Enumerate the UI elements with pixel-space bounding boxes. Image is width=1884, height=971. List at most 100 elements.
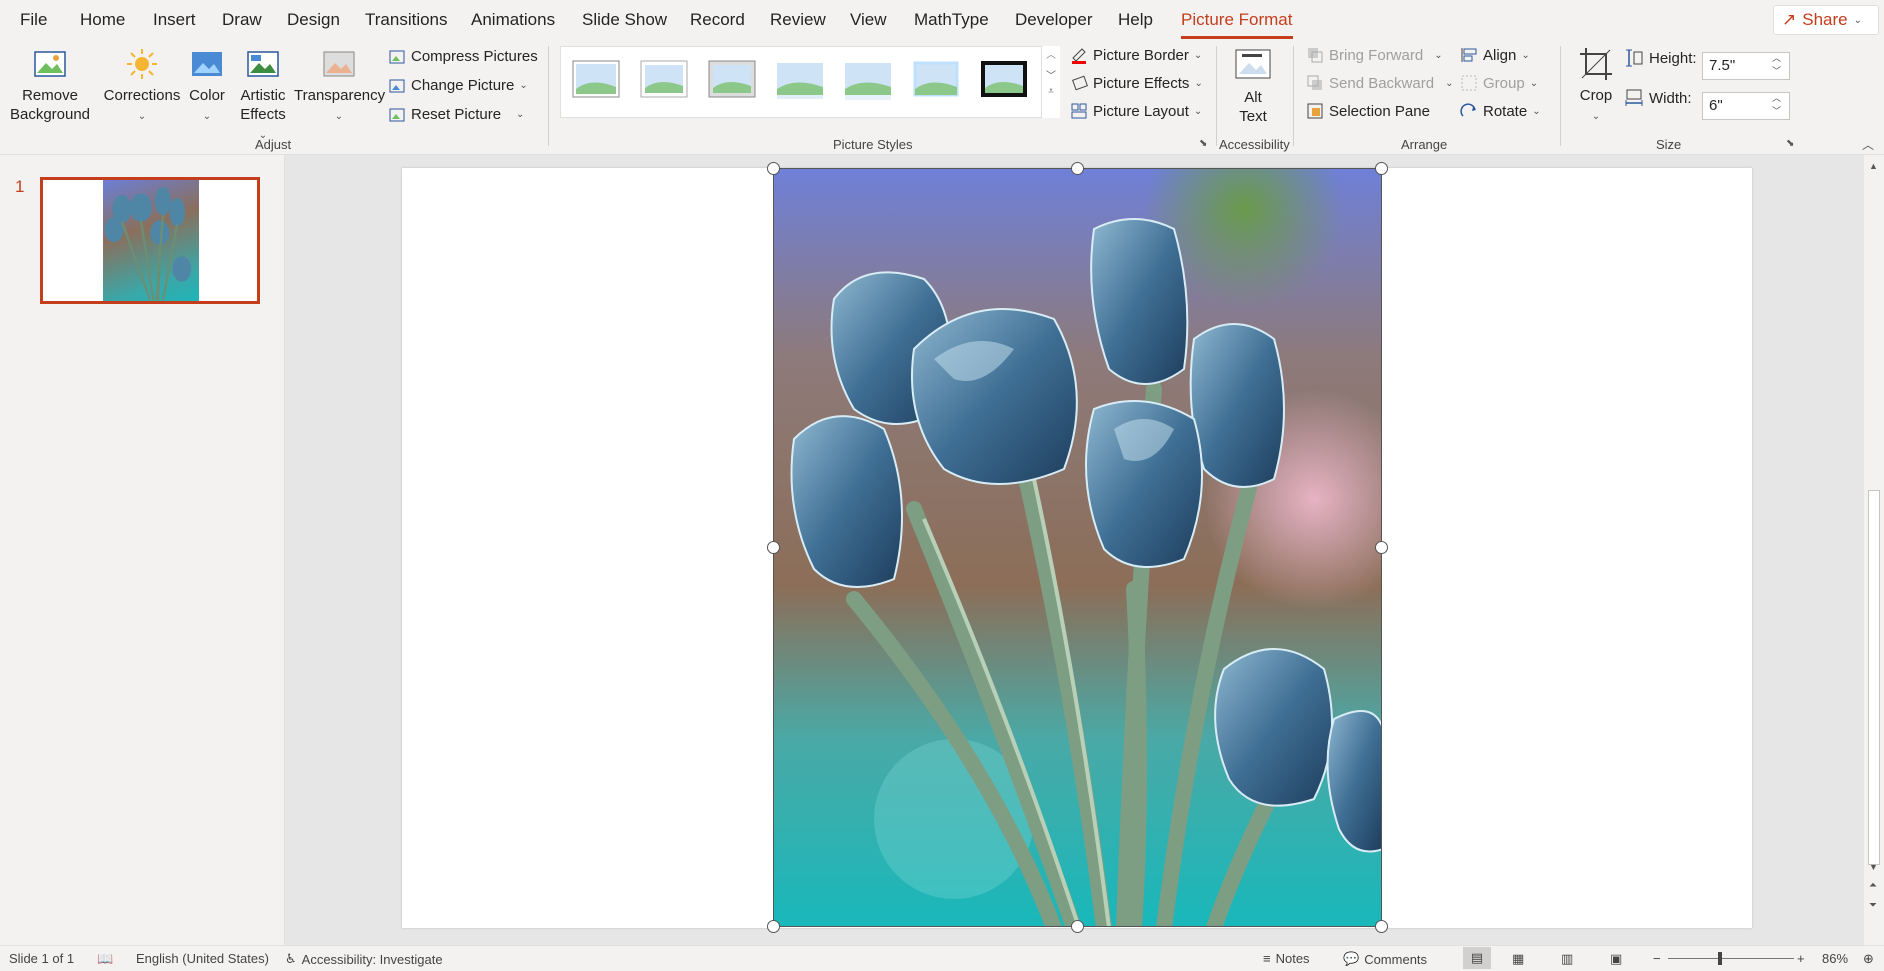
picture-styles-gallery[interactable]: [560, 46, 1060, 118]
normal-view-button[interactable]: ▤: [1463, 947, 1491, 969]
status-bar: Slide 1 of 1 📖 English (United States) ♿…: [0, 945, 1884, 971]
rotate-label: Rotate: [1483, 102, 1528, 120]
chevron-down-icon: ⌄: [1529, 77, 1539, 89]
alt-text-button[interactable]: Alt Text: [1230, 46, 1276, 126]
accessibility-status[interactable]: ♿ Accessibility: Investigate: [285, 951, 443, 967]
fit-to-window-icon[interactable]: ⊕: [1863, 951, 1874, 967]
tab-help[interactable]: Help: [1118, 10, 1153, 30]
width-spinner[interactable]: ︿ ﹀: [1772, 92, 1781, 118]
slide-number: 1: [15, 177, 25, 196]
slide-show-icon[interactable]: ▣: [1610, 951, 1622, 967]
chevron-down-icon: ⌄: [1853, 14, 1863, 26]
group-button[interactable]: Group ⌄: [1460, 74, 1538, 92]
ribbon: Remove Background Corrections ⌄ Color ⌄ Ar…: [0, 40, 1884, 155]
gallery-scroll[interactable]: ︿ ﹀ ⩡: [1041, 46, 1060, 118]
dialog-launcher-icon[interactable]: ⬊: [1786, 138, 1794, 149]
slide-thumbnail[interactable]: [40, 177, 260, 304]
tab-insert[interactable]: Insert: [153, 10, 196, 30]
resize-handle-top-left[interactable]: [767, 162, 780, 175]
tab-review[interactable]: Review: [770, 10, 826, 30]
picture-style-2[interactable]: [639, 57, 691, 101]
width-label: Width:: [1624, 88, 1692, 108]
picture-border-button[interactable]: Picture Border ⌄: [1070, 46, 1202, 64]
tab-mathtype[interactable]: MathType: [914, 10, 989, 30]
tulip-thumbnail-graphic: [104, 186, 192, 301]
tab-draw[interactable]: Draw: [222, 10, 262, 30]
spell-check-icon[interactable]: 📖: [97, 951, 113, 967]
compress-pictures-button[interactable]: Compress Pictures: [388, 48, 538, 65]
collapse-ribbon-icon[interactable]: ︿: [1862, 136, 1874, 153]
group-label: Group: [1483, 74, 1525, 92]
picture-border-icon: [1072, 48, 1086, 64]
tab-record[interactable]: Record: [690, 10, 745, 30]
resize-handle-top-right[interactable]: [1375, 162, 1388, 175]
tab-file[interactable]: File: [20, 10, 47, 30]
scroll-up-icon[interactable]: ▲: [1869, 161, 1878, 171]
height-spinner[interactable]: ︿ ﹀: [1772, 52, 1781, 78]
share-button[interactable]: ↗ Share ⌄: [1773, 5, 1879, 35]
zoom-slider-thumb[interactable]: [1718, 952, 1722, 965]
transparency-button[interactable]: Transparency ⌄: [294, 46, 385, 126]
picture-style-6[interactable]: [911, 57, 963, 101]
reset-picture-button[interactable]: Reset Picture ⌄: [388, 106, 524, 123]
artistic-effects-icon: [247, 51, 279, 77]
reading-view-icon[interactable]: ▥: [1561, 951, 1573, 967]
picture-style-3[interactable]: [707, 57, 759, 101]
resize-handle-top[interactable]: [1071, 162, 1084, 175]
picture-layout-button[interactable]: Picture Layout ⌄: [1070, 102, 1202, 120]
chevron-down-icon: ⌄: [202, 111, 212, 122]
picture-layout-icon: [1071, 103, 1087, 119]
picture-style-1[interactable]: [571, 57, 623, 101]
tab-transitions[interactable]: Transitions: [365, 10, 448, 30]
language-status[interactable]: English (United States): [136, 951, 269, 966]
resize-handle-bottom[interactable]: [1071, 920, 1084, 933]
resize-handle-right[interactable]: [1375, 541, 1388, 554]
tab-animations[interactable]: Animations: [471, 10, 555, 30]
tab-picture-format[interactable]: Picture Format: [1181, 10, 1292, 30]
comments-button[interactable]: 💬 Comments: [1343, 951, 1427, 967]
zoom-level[interactable]: 86%: [1822, 951, 1848, 966]
comments-icon: 💬: [1343, 951, 1360, 966]
corrections-button[interactable]: Corrections ⌄: [102, 46, 182, 126]
resize-handle-bottom-left[interactable]: [767, 920, 780, 933]
picture-effects-icon: [1072, 75, 1088, 91]
scroll-down-icon[interactable]: ﹀: [1042, 67, 1060, 82]
align-button[interactable]: Align ⌄: [1460, 46, 1530, 64]
rotate-button[interactable]: Rotate ⌄: [1460, 102, 1541, 120]
picture-style-7[interactable]: [979, 57, 1031, 101]
send-backward-button[interactable]: Send Backward ⌄: [1306, 74, 1453, 92]
previous-slide-icon[interactable]: ⏶: [1869, 880, 1877, 891]
zoom-slider[interactable]: [1668, 958, 1794, 959]
zoom-in-icon[interactable]: +: [1797, 951, 1805, 966]
artistic-effects-button[interactable]: Artistic Effects ⌄: [234, 46, 292, 145]
zoom-out-icon[interactable]: −: [1653, 951, 1661, 966]
resize-handle-bottom-right[interactable]: [1375, 920, 1388, 933]
tab-view[interactable]: View: [850, 10, 887, 30]
vertical-scrollbar[interactable]: ▲ ▼ ⏶ ⏷: [1864, 155, 1884, 945]
next-slide-icon[interactable]: ⏷: [1869, 900, 1877, 911]
change-picture-button[interactable]: Change Picture ⌄: [388, 77, 528, 94]
picture-style-5[interactable]: [843, 57, 895, 101]
scroll-down-icon[interactable]: ▼: [1869, 862, 1878, 872]
change-picture-label: Change Picture: [411, 77, 515, 94]
remove-background-button[interactable]: Remove Background: [8, 46, 92, 124]
tab-home[interactable]: Home: [80, 10, 125, 30]
notes-button[interactable]: ≡ Notes: [1263, 951, 1310, 966]
tulip-picture[interactable]: [773, 168, 1382, 927]
dialog-launcher-icon[interactable]: ⬊: [1199, 138, 1207, 149]
send-backward-label: Send Backward: [1329, 74, 1435, 92]
resize-handle-left[interactable]: [767, 541, 780, 554]
color-button[interactable]: Color ⌄: [186, 46, 228, 126]
slide-sorter-icon[interactable]: ▦: [1512, 951, 1524, 967]
scroll-thumb[interactable]: [1868, 490, 1880, 865]
bring-forward-button[interactable]: Bring Forward ⌄: [1306, 46, 1443, 64]
tab-design[interactable]: Design: [287, 10, 340, 30]
scroll-up-icon[interactable]: ︿: [1042, 46, 1060, 61]
selection-pane-button[interactable]: Selection Pane: [1306, 102, 1430, 120]
crop-button[interactable]: Crop ⌄: [1574, 46, 1618, 126]
tab-slide-show[interactable]: Slide Show: [582, 10, 667, 30]
picture-style-4[interactable]: [775, 57, 827, 101]
picture-effects-button[interactable]: Picture Effects ⌄: [1070, 74, 1203, 92]
tab-developer[interactable]: Developer: [1015, 10, 1093, 30]
gallery-more-icon[interactable]: ⩡: [1042, 86, 1060, 97]
